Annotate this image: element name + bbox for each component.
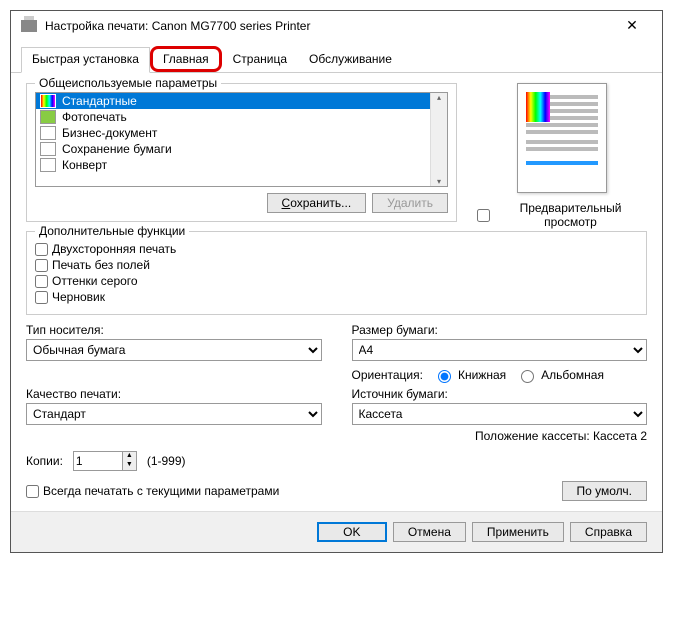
paper-source-select[interactable]: Кассета [352,403,648,425]
profile-label: Стандартные [62,94,137,108]
page-preview [517,83,607,193]
tab-quick-setup[interactable]: Быстрая установка [21,47,150,73]
media-type-label: Тип носителя: [26,323,322,337]
profile-label: Сохранение бумаги [62,142,172,156]
borderless-row[interactable]: Печать без полей [35,258,638,272]
copies-up[interactable]: ▲ [123,452,136,461]
apply-button[interactable]: Применить [472,522,564,542]
borderless-label: Печать без полей [52,258,150,272]
profile-item-envelope[interactable]: Конверт [36,157,447,173]
close-button[interactable]: ✕ [612,17,652,34]
portrait-radio[interactable] [438,370,451,383]
draft-checkbox[interactable] [35,291,48,304]
draft-label: Черновик [52,290,105,304]
cassette-info: Положение кассеты: Кассета 2 [352,429,648,443]
titlebar: Настройка печати: Canon MG7700 series Pr… [11,11,662,40]
profile-item-papersave[interactable]: Сохранение бумаги [36,141,447,157]
copies-input[interactable] [73,451,123,471]
profile-item-business[interactable]: Бизнес-документ [36,125,447,141]
window-title: Настройка печати: Canon MG7700 series Pr… [45,19,612,33]
scrollbar[interactable] [430,93,447,186]
printer-icon [21,20,37,32]
profiles-label: Общеиспользуемые параметры [35,76,221,90]
duplex-checkbox[interactable] [35,243,48,256]
duplex-label: Двухсторонняя печать [52,242,176,256]
photo-icon [40,110,56,124]
tab-page[interactable]: Страница [222,47,298,73]
quality-label: Качество печати: [26,387,322,401]
profile-label: Бизнес-документ [62,126,157,140]
defaults-button[interactable]: По умолч. [562,481,647,501]
copies-down[interactable]: ▼ [123,461,136,470]
profile-item-standard[interactable]: Стандартные [36,93,447,109]
always-print-label: Всегда печатать с текущими параметрами [43,484,279,498]
tab-main[interactable]: Главная [150,46,222,72]
landscape-radio-row[interactable]: Альбомная [516,367,604,383]
grayscale-row[interactable]: Оттенки серого [35,274,638,288]
profile-item-photo[interactable]: Фотопечать [36,109,447,125]
portrait-radio-row[interactable]: Книжная [433,367,506,383]
grayscale-checkbox[interactable] [35,275,48,288]
functions-group: Дополнительные функции Двухсторонняя печ… [26,231,647,315]
profiles-listbox[interactable]: Стандартные Фотопечать Бизнес-документ [35,92,448,187]
tab-service[interactable]: Обслуживание [298,47,403,73]
document-icon [40,126,56,140]
landscape-label: Альбомная [541,368,604,382]
profile-label: Фотопечать [62,110,127,124]
dialog-footer: OK Отмена Применить Справка [11,511,662,552]
copies-label: Копии: [26,454,63,468]
tab-bar: Быстрая установка Главная Страница Обслу… [11,46,662,73]
ok-button[interactable]: OK [317,522,387,542]
envelope-icon [40,158,56,172]
preview-checkbox[interactable] [477,209,490,222]
print-settings-dialog: Настройка печати: Canon MG7700 series Pr… [10,10,663,553]
always-print-checkbox[interactable] [26,485,39,498]
landscape-radio[interactable] [521,370,534,383]
paper-size-label: Размер бумаги: [352,323,648,337]
copies-spinner[interactable]: ▲▼ [73,451,137,471]
media-type-select[interactable]: Обычная бумага [26,339,322,361]
profile-label: Конверт [62,158,107,172]
save-profile-button[interactable]: Сохранить... [267,193,367,213]
preview-checkbox-row[interactable]: Предварительный просмотр [477,201,647,229]
duplex-row[interactable]: Двухсторонняя печать [35,242,638,256]
portrait-label: Книжная [458,368,506,382]
paper-size-select[interactable]: A4 [352,339,648,361]
preview-checkbox-label: Предварительный просмотр [494,201,647,229]
papersave-icon [40,142,56,156]
borderless-checkbox[interactable] [35,259,48,272]
help-button[interactable]: Справка [570,522,647,542]
grayscale-label: Оттенки серого [52,274,138,288]
cancel-button[interactable]: Отмена [393,522,466,542]
draft-row[interactable]: Черновик [35,290,638,304]
paper-source-label: Источник бумаги: [352,387,648,401]
standard-icon [40,94,56,108]
profiles-group: Общеиспользуемые параметры Стандартные Ф… [26,83,457,222]
delete-profile-button: Удалить [372,193,448,213]
orientation-label: Ориентация: [352,368,423,382]
functions-label: Дополнительные функции [35,224,189,238]
quality-select[interactable]: Стандарт [26,403,322,425]
always-print-row[interactable]: Всегда печатать с текущими параметрами [26,484,279,498]
copies-range: (1-999) [147,454,186,468]
